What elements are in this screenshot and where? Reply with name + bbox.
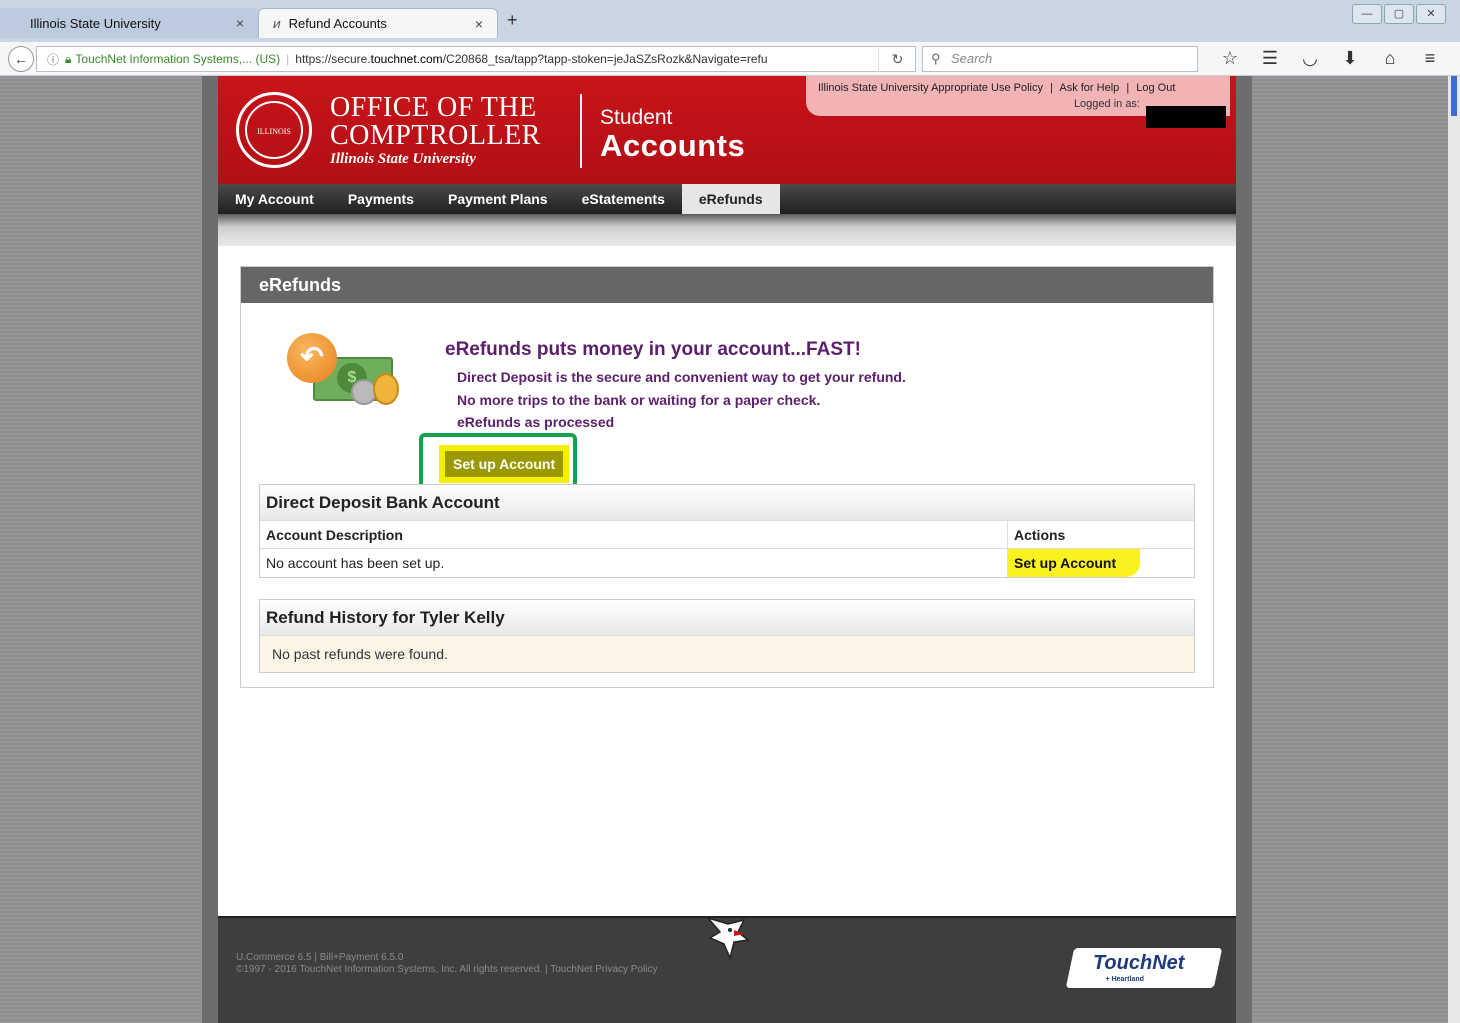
new-tab-icon[interactable]: +: [507, 10, 518, 31]
nav-my-account[interactable]: My Account: [218, 184, 331, 214]
lock-icon: 🔒︎: [65, 51, 72, 66]
url-text: https://secure.touchnet.com/C20868_tsa/t…: [295, 52, 768, 66]
search-icon: ⚲: [931, 51, 941, 66]
erefunds-panel: eRefunds ↶ eRefunds puts money in your a…: [240, 266, 1214, 688]
close-tab-icon[interactable]: ×: [236, 15, 244, 31]
minimize-icon[interactable]: —: [1352, 4, 1382, 24]
panel-title: eRefunds: [241, 267, 1213, 303]
use-policy-link[interactable]: Illinois State University Appropriate Us…: [818, 82, 1043, 94]
main-nav: My Account Payments Payment Plans eState…: [218, 184, 1236, 214]
download-icon[interactable]: ⬇: [1330, 48, 1370, 69]
header-divider: [580, 94, 582, 168]
nav-estatements[interactable]: eStatements: [565, 184, 682, 214]
info-icon[interactable]: ⓘ: [47, 51, 59, 68]
tab-illinois-state[interactable]: Illinois State University ×: [0, 8, 258, 38]
touchnet-logo-text: TouchNet: [1092, 952, 1185, 974]
header-student: Student: [600, 106, 673, 129]
table-header-row: Account Description Actions: [260, 521, 1194, 549]
set-up-account-link[interactable]: Set up Account: [1008, 549, 1141, 577]
promo-line-3: eRefunds as processed: [457, 414, 615, 430]
refund-history-title: Refund History for Tyler Kelly: [260, 600, 1194, 636]
site-header: ILLINOIS STATE UNIVERSITY Office of the …: [218, 76, 1236, 252]
touchnet-favicon-icon: ᴎ: [273, 16, 281, 31]
back-arrow-icon[interactable]: ←: [8, 46, 34, 72]
menu-icon[interactable]: ≡: [1410, 48, 1450, 69]
footer-copyright[interactable]: ©1997 - 2016 TouchNet Information System…: [236, 964, 657, 976]
scrollbar[interactable]: [1448, 76, 1460, 1023]
close-window-icon[interactable]: ✕: [1416, 4, 1446, 24]
promo-line-2: No more trips to the bank or waiting for…: [457, 392, 821, 408]
browser-tabstrip: Illinois State University × ᴎ Refund Acc…: [0, 0, 1460, 42]
reading-list-icon[interactable]: ☰: [1250, 48, 1290, 69]
redbird-mascot-icon: [705, 916, 750, 961]
nav-erefunds[interactable]: eRefunds: [681, 184, 780, 214]
search-input[interactable]: ⚲ Search: [922, 46, 1198, 72]
site-identity: TouchNet Information Systems,... (US): [75, 52, 281, 66]
log-out-link[interactable]: Log Out: [1136, 82, 1175, 94]
col-account-description: Account Description: [260, 521, 1008, 548]
office-line3: Illinois State University: [330, 151, 476, 167]
university-seal-icon: ILLINOIS STATE UNIVERSITY: [236, 92, 312, 252]
no-account-text: No account has been set up.: [260, 549, 1008, 577]
pocket-icon[interactable]: ◡: [1290, 48, 1330, 69]
touchnet-logo[interactable]: TouchNet + Heartland: [1065, 948, 1223, 988]
refund-history-section: Refund History for Tyler Kelly No past r…: [259, 599, 1195, 673]
site-footer: U.Commerce 6.5 | Bill+Payment 6.5.0 ©199…: [218, 914, 1236, 1023]
direct-deposit-title: Direct Deposit Bank Account: [260, 485, 1194, 521]
window-controls: — ▢ ✕: [1350, 4, 1446, 24]
refund-arrow-icon: ↶: [287, 333, 337, 383]
home-icon[interactable]: ⌂: [1370, 48, 1410, 69]
maximize-icon[interactable]: ▢: [1384, 4, 1414, 24]
footer-version: U.Commerce 6.5 | Bill+Payment 6.5.0: [236, 952, 404, 963]
set-up-account-button[interactable]: Set up Account: [445, 451, 564, 477]
tab-refund-accounts[interactable]: ᴎ Refund Accounts ×: [258, 8, 498, 38]
office-of-comptroller-logo[interactable]: Office of the Comptroller Illinois State…: [330, 94, 541, 168]
footer-text: U.Commerce 6.5 | Bill+Payment 6.5.0 ©199…: [236, 952, 657, 976]
ask-for-help-link[interactable]: Ask for Help: [1059, 82, 1119, 94]
promo-title: eRefunds puts money in your account...FA…: [445, 339, 861, 360]
refund-money-icon: ↶: [287, 333, 399, 413]
toolbar-icons: ☆ ☰ ◡ ⬇ ⌂ ≡: [1210, 48, 1450, 69]
no-refunds-text: No past refunds were found.: [260, 636, 1194, 672]
reload-icon[interactable]: ↻: [878, 46, 916, 72]
promo-line-1: Direct Deposit is the secure and conveni…: [457, 369, 906, 385]
col-actions: Actions: [1014, 527, 1066, 543]
page-content: ILLINOIS STATE UNIVERSITY Office of the …: [218, 76, 1236, 1023]
office-line1: Office of the: [330, 92, 537, 123]
table-row: No account has been set up. Set up Accou…: [260, 549, 1194, 577]
sub-nav: [218, 214, 1236, 246]
close-tab-icon[interactable]: ×: [475, 16, 483, 32]
direct-deposit-section: Direct Deposit Bank Account Account Desc…: [259, 484, 1195, 578]
page-frame: ILLINOIS STATE UNIVERSITY Office of the …: [202, 76, 1252, 1023]
nav-payments[interactable]: Payments: [331, 184, 431, 214]
redacted-username: [1146, 106, 1226, 128]
url-separator: |: [286, 52, 290, 66]
gold-coin-icon: [373, 373, 399, 405]
annotation-box: Set up Account: [419, 433, 577, 489]
tab-label: Illinois State University: [30, 15, 161, 31]
address-bar[interactable]: ⓘ 🔒︎ TouchNet Information Systems,... (U…: [36, 46, 916, 72]
header-accounts: Accounts: [600, 128, 746, 163]
tab-label: Refund Accounts: [288, 16, 387, 31]
bookmark-star-icon[interactable]: ☆: [1210, 48, 1250, 69]
browser-navbar: ← ⓘ 🔒︎ TouchNet Information Systems,... …: [0, 42, 1460, 76]
nav-payment-plans[interactable]: Payment Plans: [431, 184, 565, 214]
office-line2: Comptroller: [330, 120, 541, 151]
heartland-text: + Heartland: [1105, 976, 1144, 983]
